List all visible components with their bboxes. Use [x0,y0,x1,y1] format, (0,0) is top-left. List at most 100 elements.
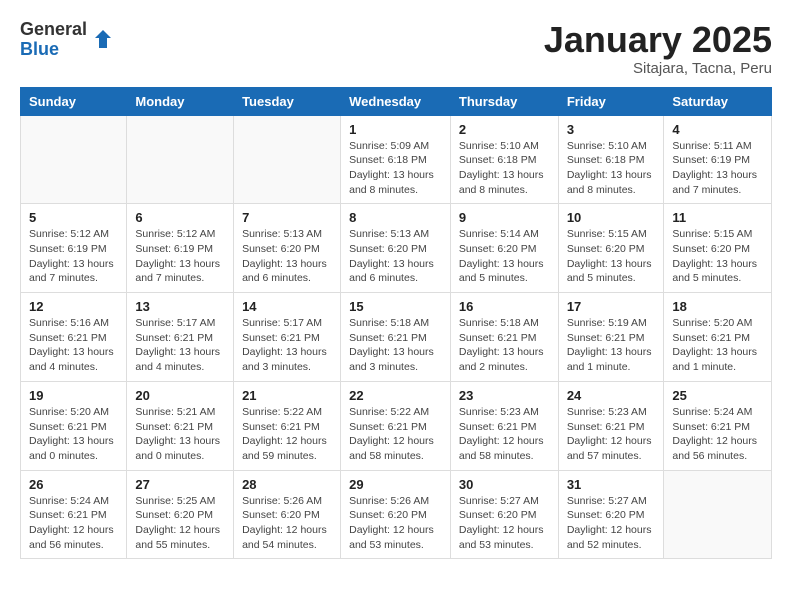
day-info: Sunrise: 5:13 AMSunset: 6:20 PMDaylight:… [242,227,332,286]
logo: General Blue [20,20,115,60]
calendar-cell: 13Sunrise: 5:17 AMSunset: 6:21 PMDayligh… [127,293,234,382]
day-info: Sunrise: 5:14 AMSunset: 6:20 PMDaylight:… [459,227,550,286]
day-info: Sunrise: 5:22 AMSunset: 6:21 PMDaylight:… [242,405,332,464]
day-info: Sunrise: 5:09 AMSunset: 6:18 PMDaylight:… [349,139,442,198]
calendar-cell: 10 Sunrise: 5:15 AMSunset: 6:20 PMDayligh… [558,204,664,293]
calendar-cell [127,115,234,204]
calendar-cell: 22Sunrise: 5:22 AMSunset: 6:21 PMDayligh… [341,381,451,470]
calendar-cell: 15 Sunrise: 5:18 AMSunset: 6:21 PMDayligh… [341,293,451,382]
day-number: 30 [459,477,550,492]
calendar-cell: 21 Sunrise: 5:22 AMSunset: 6:21 PMDayligh… [234,381,341,470]
calendar-cell [234,115,341,204]
calendar-cell: 12 Sunrise: 5:16 AMSunset: 6:21 PMDayligh… [21,293,127,382]
day-number: 28 [242,477,332,492]
location: Sitajara, Tacna, Peru [544,60,772,77]
day-info: Sunrise: 5:20 AMSunset: 6:21 PMDaylight:… [672,316,763,375]
day-info: Sunrise: 5:25 AMSunset: 6:20 PMDaylight:… [135,494,225,553]
calendar-cell: 23 Sunrise: 5:23 AMSunset: 6:21 PMDayligh… [450,381,558,470]
calendar-cell: 28Sunrise: 5:26 AMSunset: 6:20 PMDayligh… [234,470,341,559]
day-number: 22 [349,388,442,403]
day-info: Sunrise: 5:15 AMSunset: 6:20 PMDaylight:… [567,227,656,286]
day-info: Sunrise: 5:23 AMSunset: 6:21 PMDaylight:… [567,405,656,464]
day-info: Sunrise: 5:17 AMSunset: 6:21 PMDaylight:… [242,316,332,375]
day-info: Sunrise: 5:23 AMSunset: 6:21 PMDaylight:… [459,405,550,464]
day-number: 3 [567,122,656,137]
day-number: 24 [567,388,656,403]
day-info: Sunrise: 5:13 AMSunset: 6:20 PMDaylight:… [349,227,442,286]
calendar-cell: 7 Sunrise: 5:13 AMSunset: 6:20 PMDaylight… [234,204,341,293]
week-row-5: 26 Sunrise: 5:24 AMSunset: 6:21 PMDayligh… [21,470,772,559]
logo-general: General [20,20,87,40]
day-info: Sunrise: 5:10 AMSunset: 6:18 PMDaylight:… [567,139,656,198]
day-number: 21 [242,388,332,403]
calendar-cell: 8 Sunrise: 5:13 AMSunset: 6:20 PMDaylight… [341,204,451,293]
day-number: 10 [567,210,656,225]
calendar-cell: 1 Sunrise: 5:09 AMSunset: 6:18 PMDaylight… [341,115,451,204]
calendar-cell: 14Sunrise: 5:17 AMSunset: 6:21 PMDayligh… [234,293,341,382]
day-info: Sunrise: 5:21 AMSunset: 6:21 PMDaylight:… [135,405,225,464]
week-row-2: 5Sunrise: 5:12 AMSunset: 6:19 PMDaylight… [21,204,772,293]
day-number: 9 [459,210,550,225]
day-number: 11 [672,210,763,225]
calendar-cell: 5Sunrise: 5:12 AMSunset: 6:19 PMDaylight… [21,204,127,293]
title-block: January 2025 Sitajara, Tacna, Peru [544,20,772,77]
calendar-cell: 6Sunrise: 5:12 AMSunset: 6:19 PMDaylight… [127,204,234,293]
day-number: 16 [459,299,550,314]
week-row-3: 12 Sunrise: 5:16 AMSunset: 6:21 PMDayligh… [21,293,772,382]
logo-icon [91,28,115,52]
calendar-cell: 30 Sunrise: 5:27 AMSunset: 6:20 PMDayligh… [450,470,558,559]
day-number: 1 [349,122,442,137]
day-info: Sunrise: 5:27 AMSunset: 6:20 PMDaylight:… [459,494,550,553]
page-header: General Blue January 2025 Sitajara, Tacn… [20,20,772,77]
day-info: Sunrise: 5:17 AMSunset: 6:21 PMDaylight:… [135,316,225,375]
calendar-cell: 17 Sunrise: 5:19 AMSunset: 6:21 PMDayligh… [558,293,664,382]
day-number: 20 [135,388,225,403]
day-info: Sunrise: 5:24 AMSunset: 6:21 PMDaylight:… [672,405,763,464]
day-info: Sunrise: 5:10 AMSunset: 6:18 PMDaylight:… [459,139,550,198]
day-info: Sunrise: 5:16 AMSunset: 6:21 PMDaylight:… [29,316,118,375]
day-number: 2 [459,122,550,137]
day-info: Sunrise: 5:24 AMSunset: 6:21 PMDaylight:… [29,494,118,553]
day-number: 17 [567,299,656,314]
calendar: SundayMondayTuesdayWednesdayThursdayFrid… [20,87,772,560]
day-number: 8 [349,210,442,225]
header-saturday: Saturday [664,87,772,115]
day-info: Sunrise: 5:18 AMSunset: 6:21 PMDaylight:… [349,316,442,375]
day-number: 19 [29,388,118,403]
calendar-cell: 19Sunrise: 5:20 AMSunset: 6:21 PMDayligh… [21,381,127,470]
day-info: Sunrise: 5:11 AMSunset: 6:19 PMDaylight:… [672,139,763,198]
day-number: 29 [349,477,442,492]
day-number: 31 [567,477,656,492]
day-number: 26 [29,477,118,492]
logo-blue: Blue [20,40,87,60]
week-row-1: 1 Sunrise: 5:09 AMSunset: 6:18 PMDaylight… [21,115,772,204]
calendar-cell: 18 Sunrise: 5:20 AMSunset: 6:21 PMDayligh… [664,293,772,382]
calendar-cell: 20 Sunrise: 5:21 AMSunset: 6:21 PMDayligh… [127,381,234,470]
day-number: 15 [349,299,442,314]
day-number: 18 [672,299,763,314]
calendar-cell: 3 Sunrise: 5:10 AMSunset: 6:18 PMDaylight… [558,115,664,204]
day-number: 7 [242,210,332,225]
header-wednesday: Wednesday [341,87,451,115]
day-info: Sunrise: 5:18 AMSunset: 6:21 PMDaylight:… [459,316,550,375]
day-number: 25 [672,388,763,403]
day-number: 5 [29,210,118,225]
day-info: Sunrise: 5:19 AMSunset: 6:21 PMDaylight:… [567,316,656,375]
day-info: Sunrise: 5:27 AMSunset: 6:20 PMDaylight:… [567,494,656,553]
week-row-4: 19Sunrise: 5:20 AMSunset: 6:21 PMDayligh… [21,381,772,470]
day-number: 12 [29,299,118,314]
calendar-cell: 29 Sunrise: 5:26 AMSunset: 6:20 PMDayligh… [341,470,451,559]
header-thursday: Thursday [450,87,558,115]
day-number: 4 [672,122,763,137]
calendar-cell: 25 Sunrise: 5:24 AMSunset: 6:21 PMDayligh… [664,381,772,470]
header-sunday: Sunday [21,87,127,115]
header-row: SundayMondayTuesdayWednesdayThursdayFrid… [21,87,772,115]
day-info: Sunrise: 5:26 AMSunset: 6:20 PMDaylight:… [349,494,442,553]
day-info: Sunrise: 5:15 AMSunset: 6:20 PMDaylight:… [672,227,763,286]
calendar-cell: 27 Sunrise: 5:25 AMSunset: 6:20 PMDayligh… [127,470,234,559]
day-number: 23 [459,388,550,403]
day-number: 27 [135,477,225,492]
calendar-cell: 4 Sunrise: 5:11 AMSunset: 6:19 PMDaylight… [664,115,772,204]
header-friday: Friday [558,87,664,115]
calendar-cell: 24 Sunrise: 5:23 AMSunset: 6:21 PMDayligh… [558,381,664,470]
